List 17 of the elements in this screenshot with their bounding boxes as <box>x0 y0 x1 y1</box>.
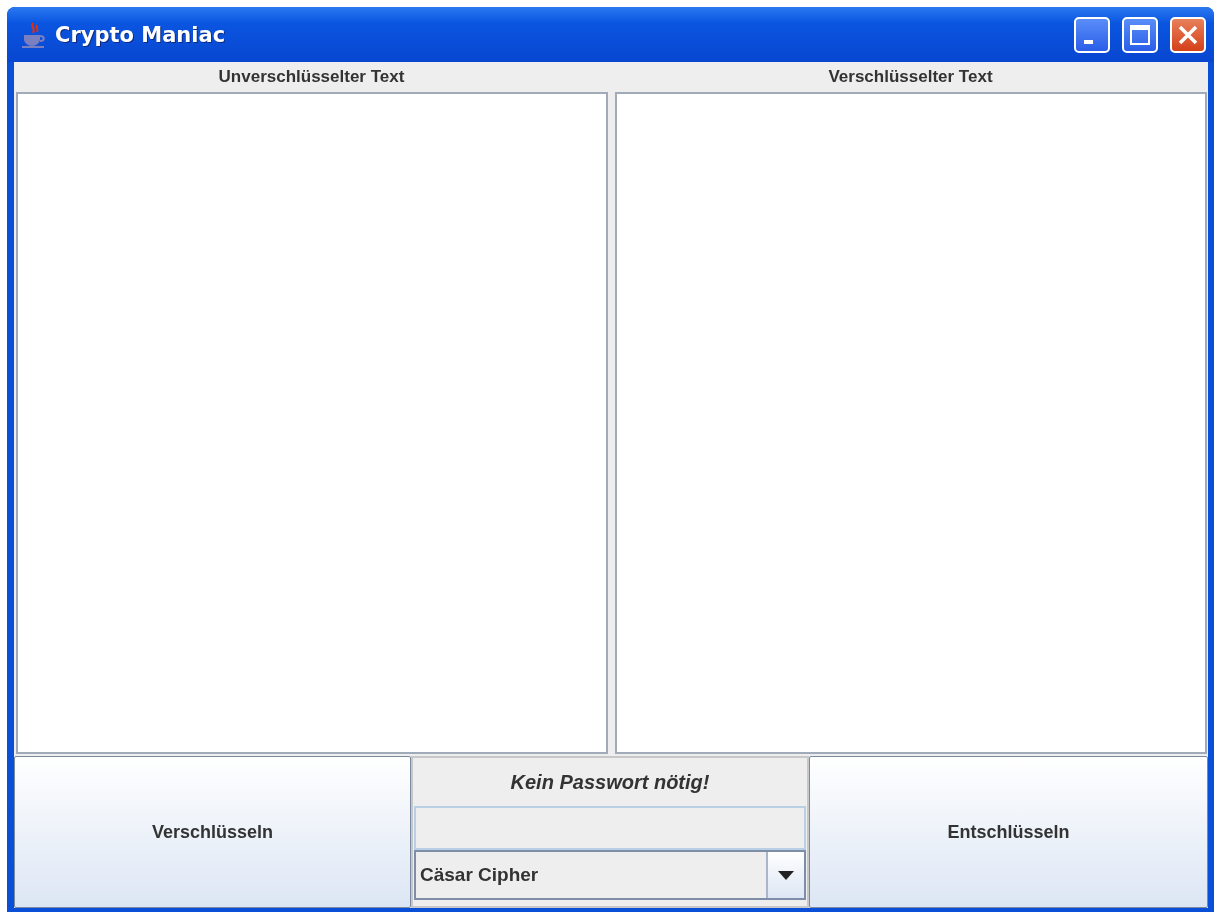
window-title: Crypto Maniac <box>55 22 227 47</box>
decrypt-button[interactable]: Entschlüsseln <box>809 756 1208 908</box>
cipher-dropdown[interactable]: Cäsar Cipher <box>414 850 806 900</box>
caret-icon <box>778 870 794 880</box>
coffee-cup-icon <box>21 20 47 49</box>
close-icon <box>1177 23 1199 46</box>
maximize-icon <box>1129 23 1151 46</box>
pane-heading: Verschlüsselter Text <box>828 67 993 87</box>
minimize-icon <box>1083 39 1093 44</box>
encrypt-button[interactable]: Verschlüsseln <box>14 756 411 908</box>
dropdown-value: Cäsar Cipher <box>419 863 540 887</box>
close-button[interactable] <box>1170 16 1206 53</box>
password-label: Kein Passwort nötig! <box>509 769 711 795</box>
pane-heading: Unverschlüsselter Text <box>218 67 405 87</box>
dropdown-arrow-button[interactable] <box>766 852 804 898</box>
minimize-button[interactable] <box>1074 16 1110 53</box>
maximize-button[interactable] <box>1122 16 1158 53</box>
